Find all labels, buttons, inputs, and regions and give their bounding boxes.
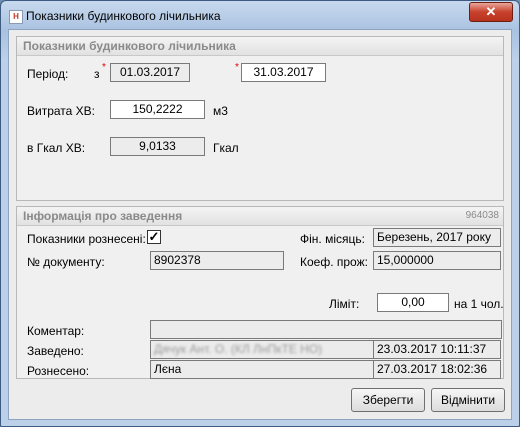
fin-month-label: Фін. місяць: <box>300 232 365 246</box>
entered-user-field: Дячук Ант. О. (КЛ ЛнПкТЕ НО) <box>150 340 378 359</box>
gcal-unit: Гкал <box>213 141 239 155</box>
period-to-field[interactable]: 31.03.2017 <box>241 63 326 82</box>
posted-time-field: 27.03.2017 18:02:36 <box>373 360 501 379</box>
checkmark-icon: ✓ <box>148 229 160 244</box>
posted-by-label: Рознесено: <box>27 364 90 378</box>
entered-time-field: 23.03.2017 10:11:37 <box>373 340 501 359</box>
save-button[interactable]: Зберегти <box>351 388 425 412</box>
posted-label: Показники рознесені: <box>27 232 146 246</box>
period-from-field[interactable]: 01.03.2017 <box>110 63 190 82</box>
meter-readings-panel: Показники будинкового лічильника Період:… <box>16 36 504 201</box>
close-icon: ✕ <box>485 4 497 19</box>
meter-panel-header: Показники будинкового лічильника <box>17 37 503 56</box>
limit-label: Ліміт: <box>329 297 360 311</box>
consumption-label: Витрата ХВ: <box>27 104 95 118</box>
period-label: Період: <box>27 67 69 81</box>
required-marker: * <box>102 62 106 73</box>
consumption-unit: м3 <box>213 104 228 118</box>
consumption-field[interactable]: 150,2222 <box>110 100 205 119</box>
limit-unit: на 1 чол. <box>454 297 504 311</box>
coef-field: 15,000000 <box>373 251 501 270</box>
entry-info-panel: Інформація про заведення 964038 Показник… <box>16 206 504 379</box>
coef-label: Коеф. прож: <box>300 255 368 269</box>
dialog-body: Показники будинкового лічильника Період:… <box>8 29 512 420</box>
entered-user-value: Дячук Ант. О. (КЛ ЛнПкТЕ НО) <box>154 342 323 356</box>
required-marker: * <box>235 62 239 73</box>
fin-month-field: Березень, 2017 року <box>373 228 501 247</box>
doc-number-field: 8902378 <box>150 251 284 270</box>
gcal-label: в Гкал ХВ: <box>27 141 86 155</box>
meter-app-icon: Н <box>9 10 23 24</box>
doc-number-label: № документу: <box>27 255 105 269</box>
title-bar[interactable]: Н Показники будинкового лічильника ✕ <box>1 1 519 29</box>
record-id: 964038 <box>465 210 499 221</box>
period-from-prefix: з <box>94 67 100 81</box>
comment-label: Коментар: <box>27 324 85 338</box>
info-panel-header: Інформація про заведення 964038 <box>17 207 503 226</box>
comment-field[interactable] <box>150 320 502 339</box>
cancel-button[interactable]: Відмінити <box>431 388 505 412</box>
meter-panel-title: Показники будинкового лічильника <box>23 39 236 53</box>
entered-label: Заведено: <box>27 344 84 358</box>
posted-by-field: Лєна <box>150 360 378 379</box>
gcal-field: 9,0133 <box>110 137 205 156</box>
window-title: Показники будинкового лічильника <box>26 9 221 23</box>
limit-field[interactable]: 0,00 <box>377 293 449 312</box>
close-button[interactable]: ✕ <box>469 2 513 22</box>
info-panel-title: Інформація про заведення <box>23 209 183 223</box>
posted-checkbox[interactable]: ✓ <box>147 230 161 244</box>
dialog-window: Н Показники будинкового лічильника ✕ Пок… <box>0 0 520 427</box>
